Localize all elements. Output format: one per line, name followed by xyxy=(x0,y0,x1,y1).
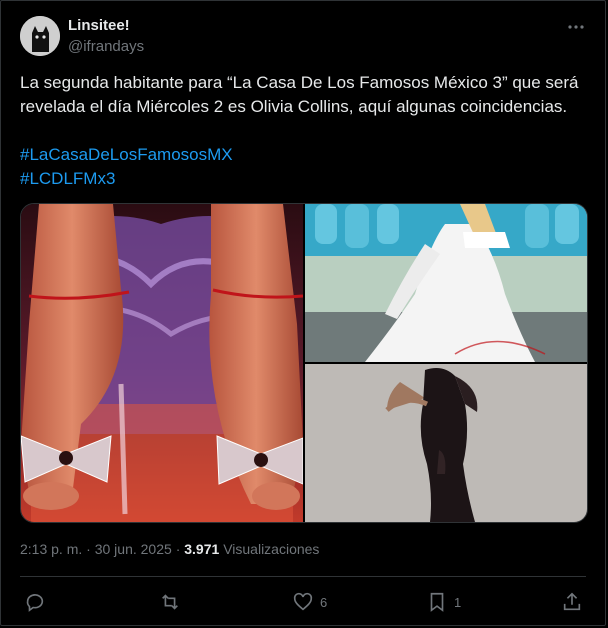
share-button[interactable] xyxy=(561,589,583,615)
reply-button[interactable] xyxy=(24,589,52,615)
share-icon xyxy=(563,592,581,611)
reply-icon xyxy=(26,594,44,612)
views-label: Visualizaciones xyxy=(223,541,320,557)
tweet-time[interactable]: 2:13 p. m. xyxy=(20,541,82,557)
more-options-button[interactable] xyxy=(563,15,589,39)
media-image-black-dress[interactable] xyxy=(305,364,587,522)
avatar-cat-icon xyxy=(20,16,60,56)
media-grid xyxy=(20,203,588,523)
like-count: 6 xyxy=(320,594,328,610)
heels-photo xyxy=(21,204,303,522)
views-count: 3.971 xyxy=(184,541,220,557)
meta-separator: · xyxy=(175,541,181,557)
black-dress-photo xyxy=(305,364,587,522)
tweet-date[interactable]: 30 jun. 2025 xyxy=(95,541,172,557)
media-image-white-gown[interactable] xyxy=(305,204,587,362)
like-button[interactable]: 6 xyxy=(292,589,327,615)
white-gown-photo xyxy=(305,204,587,362)
tweet-card: Linsitee! @ifrandays La segunda habitant… xyxy=(0,0,606,626)
like-icon xyxy=(293,592,313,611)
bookmark-button[interactable]: 1 xyxy=(426,589,461,615)
retweet-icon xyxy=(162,594,178,610)
bookmark-count: 1 xyxy=(454,594,462,610)
retweet-button[interactable] xyxy=(159,589,187,615)
bookmark-icon xyxy=(430,592,444,612)
hashtag-link[interactable]: #LaCasaDeLosFamososMX xyxy=(20,143,233,167)
meta-separator: · xyxy=(86,541,91,557)
media-image-heels[interactable] xyxy=(21,204,303,522)
user-handle[interactable]: @ifrandays xyxy=(68,38,144,55)
hashtag-link[interactable]: #LCDLFMx3 xyxy=(20,167,115,191)
divider xyxy=(20,576,586,577)
tweet-metadata: 2:13 p. m. · 30 jun. 2025 · 3.971 Visual… xyxy=(20,541,319,557)
more-icon xyxy=(568,25,584,29)
tweet-text: La segunda habitante para “La Casa De Lo… xyxy=(20,73,579,116)
display-name[interactable]: Linsitee! xyxy=(68,17,130,34)
avatar[interactable] xyxy=(20,16,60,56)
